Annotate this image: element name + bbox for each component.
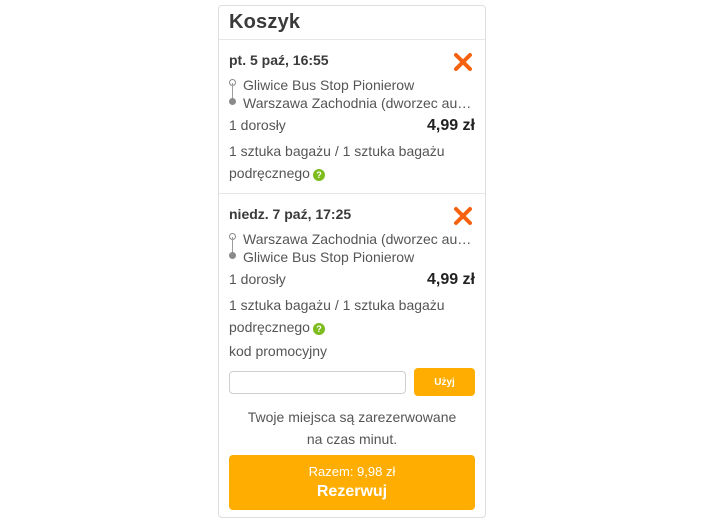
- promo-code-input[interactable]: [229, 370, 406, 394]
- cart-header: Koszyk: [219, 6, 485, 40]
- cart-title: Koszyk: [229, 11, 301, 33]
- checkout-label: Rezerwuj: [316, 482, 388, 500]
- reserve-button[interactable]: Razem: 9,98 zł Rezerwuj: [229, 455, 475, 510]
- route: Gliwice Bus Stop Pionierow Warszawa Zach…: [229, 76, 475, 112]
- promo-label: kod promocyjny: [229, 343, 328, 359]
- promo-row: Użyj: [229, 368, 475, 396]
- reservation-note: Twoje miejsca są zarezerwowane na czas m…: [219, 406, 485, 450]
- reservation-note-text: Twoje miejsca są zarezerwowane na czas: [247, 409, 457, 447]
- destination-route-icon: [229, 252, 236, 259]
- passenger-count: 1 dorosły: [229, 117, 286, 133]
- apply-promo-button[interactable]: Użyj: [414, 368, 475, 396]
- destination-stop: Warszawa Zachodnia (dworzec aut…: [243, 95, 475, 111]
- baggage-text: 1 sztuka bagażu / 1 sztuka bagażu podręc…: [229, 297, 445, 335]
- baggage-info: 1 sztuka bagażu / 1 sztuka bagażu podręc…: [229, 294, 475, 338]
- remove-trip-close-icon[interactable]: [453, 52, 473, 72]
- origin-stop: Gliwice Bus Stop Pionierow: [243, 77, 415, 93]
- passenger-row: 1 dorosły 4,99 zł: [229, 117, 475, 139]
- help-icon[interactable]: ?: [312, 169, 325, 181]
- cart-panel: Koszyk pt. 5 paź, 16:55 Gliwice Bus Stop…: [218, 5, 486, 518]
- help-icon[interactable]: ?: [312, 323, 325, 335]
- passenger-row: 1 dorosły 4,99 zł: [229, 271, 475, 293]
- passenger-count: 1 dorosły: [229, 271, 286, 287]
- destination-route-icon: [229, 98, 236, 105]
- baggage-info: 1 sztuka bagażu / 1 sztuka bagażu podręc…: [229, 140, 475, 184]
- remove-trip-close-icon[interactable]: [453, 206, 473, 226]
- promo-section: kod promocyjny Użyj: [219, 342, 485, 396]
- origin-stop: Warszawa Zachodnia (dworzec aut…: [243, 231, 475, 247]
- baggage-text: 1 sztuka bagażu / 1 sztuka bagażu podręc…: [229, 143, 445, 181]
- trip-date: pt. 5 paź, 16:55: [229, 52, 329, 68]
- destination-stop: Gliwice Bus Stop Pionierow: [243, 249, 415, 265]
- trip-item: pt. 5 paź, 16:55 Gliwice Bus Stop Pionie…: [219, 40, 485, 194]
- reservation-note-unit: minut.: [359, 431, 398, 447]
- trip-price: 4,99 zł: [426, 271, 475, 288]
- trip-item: niedz. 7 paź, 17:25 Warszawa Zachodnia (…: [219, 194, 485, 342]
- route: Warszawa Zachodnia (dworzec aut… Gliwice…: [229, 230, 475, 266]
- trip-date: niedz. 7 paź, 17:25: [229, 206, 352, 222]
- trip-price: 4,99 zł: [426, 117, 475, 134]
- checkout-total: Razem: 9,98 zł: [308, 463, 396, 479]
